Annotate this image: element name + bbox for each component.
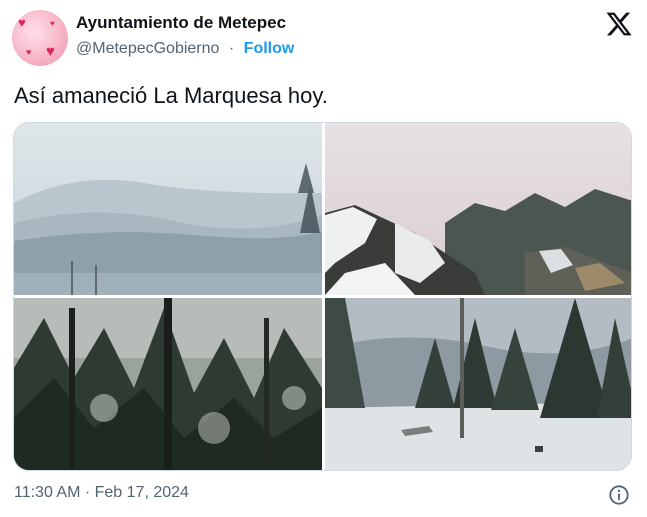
tweet-text: Así amaneció La Marquesa hoy.: [14, 83, 328, 108]
follow-button[interactable]: Follow: [244, 40, 295, 57]
media-grid: [13, 122, 632, 471]
heart-icon: ♥: [18, 15, 26, 30]
tweet-timestamp[interactable]: 11:30 AM · Feb 17, 2024: [14, 484, 189, 501]
x-logo-icon[interactable]: [605, 10, 633, 38]
avatar[interactable]: ♥ ♥ ♥ ♥: [12, 10, 68, 66]
heart-icon: ♥: [46, 43, 55, 60]
photo-2[interactable]: [325, 123, 631, 295]
photo-4[interactable]: [325, 298, 631, 470]
author-display-name[interactable]: Ayuntamiento de Metepec: [76, 13, 286, 33]
separator-dot: ·: [228, 40, 235, 57]
info-icon[interactable]: [608, 484, 630, 506]
heart-icon: ♥: [50, 19, 55, 28]
heart-icon: ♥: [26, 47, 32, 57]
tweet-header: ♥ ♥ ♥ ♥ Ayuntamiento de Metepec @Metepec…: [12, 8, 635, 66]
photo-1[interactable]: [14, 123, 322, 295]
photo-3[interactable]: [14, 298, 322, 470]
author-handle[interactable]: @MetepecGobierno: [76, 40, 219, 57]
tweet-footer: 11:30 AM · Feb 17, 2024: [14, 484, 634, 506]
author-handle-row: @MetepecGobierno · Follow: [76, 40, 294, 58]
